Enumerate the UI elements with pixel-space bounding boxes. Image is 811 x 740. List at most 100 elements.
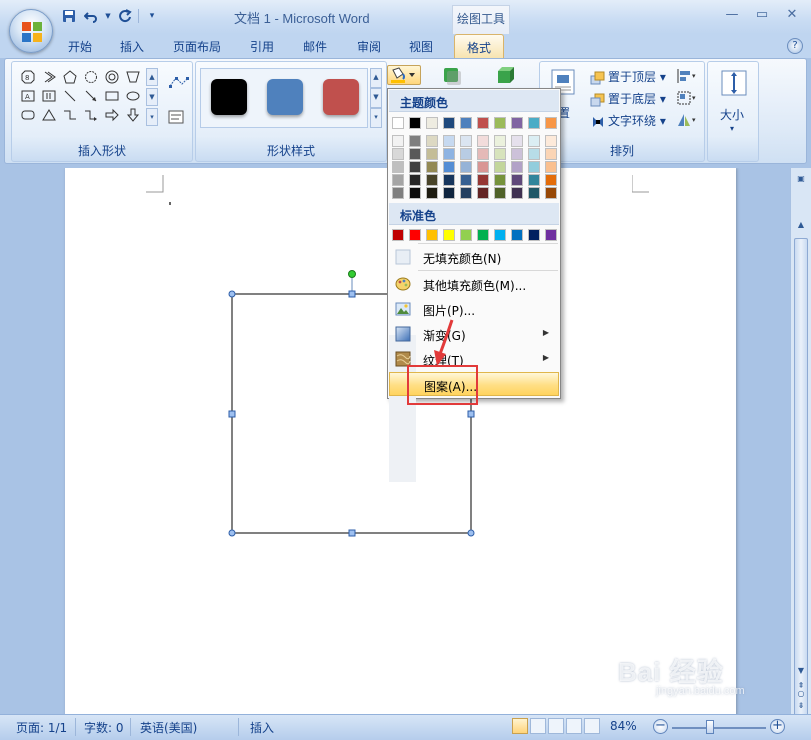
- standard-color-swatch[interactable]: [477, 229, 489, 241]
- tab-format[interactable]: 格式: [454, 34, 505, 59]
- next-page-icon[interactable]: ⇟: [794, 699, 808, 713]
- gallery-down-icon[interactable]: ▼: [146, 88, 158, 106]
- bring-to-front-button[interactable]: 置于顶层 ▾: [590, 68, 666, 85]
- shape-style-swatch[interactable]: [323, 79, 359, 115]
- standard-color-swatch[interactable]: [494, 229, 506, 241]
- standard-color-swatch[interactable]: [392, 229, 404, 241]
- theme-color-swatch[interactable]: [477, 117, 489, 129]
- tab-references[interactable]: 引用: [250, 38, 274, 55]
- insert-mode[interactable]: 插入: [250, 719, 274, 736]
- theme-color-swatch[interactable]: [545, 148, 557, 160]
- theme-color-swatch[interactable]: [443, 135, 455, 147]
- word-count[interactable]: 字数: 0: [84, 719, 124, 736]
- theme-color-swatch[interactable]: [477, 135, 489, 147]
- theme-color-swatch[interactable]: [477, 187, 489, 199]
- theme-color-swatch[interactable]: [511, 148, 523, 160]
- theme-color-swatch[interactable]: [460, 135, 472, 147]
- theme-color-swatch[interactable]: [494, 161, 506, 173]
- rounded-rect-shape-icon[interactable]: [18, 106, 38, 124]
- elbow-arrow-shape-icon[interactable]: [81, 106, 101, 124]
- language[interactable]: 英语(美国): [140, 719, 197, 736]
- standard-color-swatch[interactable]: [409, 229, 421, 241]
- zoom-out-icon[interactable]: −: [653, 719, 668, 734]
- theme-color-swatch[interactable]: [460, 117, 472, 129]
- theme-color-swatch[interactable]: [443, 161, 455, 173]
- close-icon[interactable]: ✕: [779, 6, 805, 24]
- help-icon[interactable]: ?: [787, 38, 803, 54]
- tab-page-layout[interactable]: 页面布局: [173, 38, 221, 55]
- page-count[interactable]: 页面: 1/1: [16, 719, 67, 736]
- shape-style-swatch[interactable]: [211, 79, 247, 115]
- theme-color-swatch[interactable]: [409, 174, 421, 186]
- web-layout-icon[interactable]: [548, 718, 564, 734]
- theme-color-swatch[interactable]: [426, 187, 438, 199]
- align-icon[interactable]: ▾: [676, 68, 698, 84]
- theme-color-swatch[interactable]: [426, 135, 438, 147]
- gallery-up-icon[interactable]: ▲: [146, 68, 158, 86]
- theme-color-swatch[interactable]: [545, 117, 557, 129]
- maximize-icon[interactable]: ▭: [749, 6, 775, 24]
- text-wrapping-button[interactable]: 文字环绕 ▾: [590, 112, 666, 129]
- rotate-icon[interactable]: ▾: [676, 112, 698, 128]
- resize-handle[interactable]: [467, 410, 475, 418]
- theme-color-swatch[interactable]: [494, 148, 506, 160]
- theme-color-swatch[interactable]: [494, 187, 506, 199]
- elbow-connector-shape-icon[interactable]: [60, 106, 80, 124]
- resize-handle[interactable]: [467, 529, 475, 537]
- no-fill-item[interactable]: 无填充颜色(N): [389, 245, 559, 269]
- tab-review[interactable]: 审阅: [357, 38, 381, 55]
- theme-color-swatch[interactable]: [426, 148, 438, 160]
- picture-fill-item[interactable]: 图片(P)...: [389, 297, 559, 321]
- theme-color-swatch[interactable]: [443, 174, 455, 186]
- redo-icon[interactable]: [116, 7, 134, 25]
- shape-style-swatch[interactable]: [267, 79, 303, 115]
- standard-color-swatch[interactable]: [511, 229, 523, 241]
- standard-color-swatch[interactable]: [545, 229, 557, 241]
- shape-style-gallery[interactable]: [200, 68, 368, 128]
- theme-color-swatch[interactable]: [511, 187, 523, 199]
- style-gallery-down-icon[interactable]: ▼: [370, 88, 382, 108]
- group-objects-icon[interactable]: ▾: [676, 90, 698, 106]
- theme-color-swatch[interactable]: [460, 174, 472, 186]
- size-dropdown-icon[interactable]: ▾: [730, 124, 734, 133]
- resize-handle[interactable]: [228, 290, 236, 298]
- shapes-gallery[interactable]: 8 A: [18, 68, 148, 126]
- theme-color-swatch[interactable]: [545, 161, 557, 173]
- theme-color-swatch[interactable]: [477, 174, 489, 186]
- chevron-shape-icon[interactable]: [39, 68, 59, 86]
- print-layout-icon[interactable]: [512, 718, 528, 734]
- minimize-icon[interactable]: —: [719, 6, 745, 24]
- theme-color-swatch[interactable]: [409, 117, 421, 129]
- theme-color-swatch[interactable]: [392, 174, 404, 186]
- theme-color-swatch[interactable]: [511, 117, 523, 129]
- theme-color-swatch[interactable]: [409, 161, 421, 173]
- theme-color-swatch[interactable]: [443, 148, 455, 160]
- tab-view[interactable]: 视图: [409, 38, 433, 55]
- undo-dropdown-icon[interactable]: ▼: [104, 7, 112, 25]
- gradient-fill-item[interactable]: 渐变(G) ▶: [389, 322, 559, 346]
- theme-color-swatch[interactable]: [392, 187, 404, 199]
- theme-color-swatch[interactable]: [409, 148, 421, 160]
- theme-color-swatch[interactable]: [511, 135, 523, 147]
- theme-color-swatch[interactable]: [545, 135, 557, 147]
- rectangle-shape-icon[interactable]: [102, 87, 122, 105]
- zoom-level[interactable]: 84%: [610, 719, 637, 733]
- tab-insert[interactable]: 插入: [120, 38, 144, 55]
- theme-color-swatch[interactable]: [392, 161, 404, 173]
- scroll-down-icon[interactable]: ▼: [794, 664, 808, 678]
- more-fill-colors-item[interactable]: 其他填充颜色(M)...: [389, 272, 559, 296]
- theme-color-swatch[interactable]: [392, 148, 404, 160]
- textbox-a-shape-icon[interactable]: A: [18, 87, 38, 105]
- theme-color-swatch[interactable]: [460, 148, 472, 160]
- theme-color-swatch[interactable]: [511, 174, 523, 186]
- theme-color-swatch[interactable]: [443, 187, 455, 199]
- rotation-handle[interactable]: [348, 270, 356, 278]
- theme-color-swatch[interactable]: [528, 148, 540, 160]
- undo-icon[interactable]: [82, 7, 100, 25]
- theme-color-swatch[interactable]: [528, 117, 540, 129]
- theme-color-swatch[interactable]: [545, 187, 557, 199]
- theme-color-swatch[interactable]: [528, 174, 540, 186]
- scroll-thumb[interactable]: [794, 238, 808, 718]
- theme-color-swatch[interactable]: [545, 174, 557, 186]
- shape-fill-button[interactable]: [387, 65, 421, 85]
